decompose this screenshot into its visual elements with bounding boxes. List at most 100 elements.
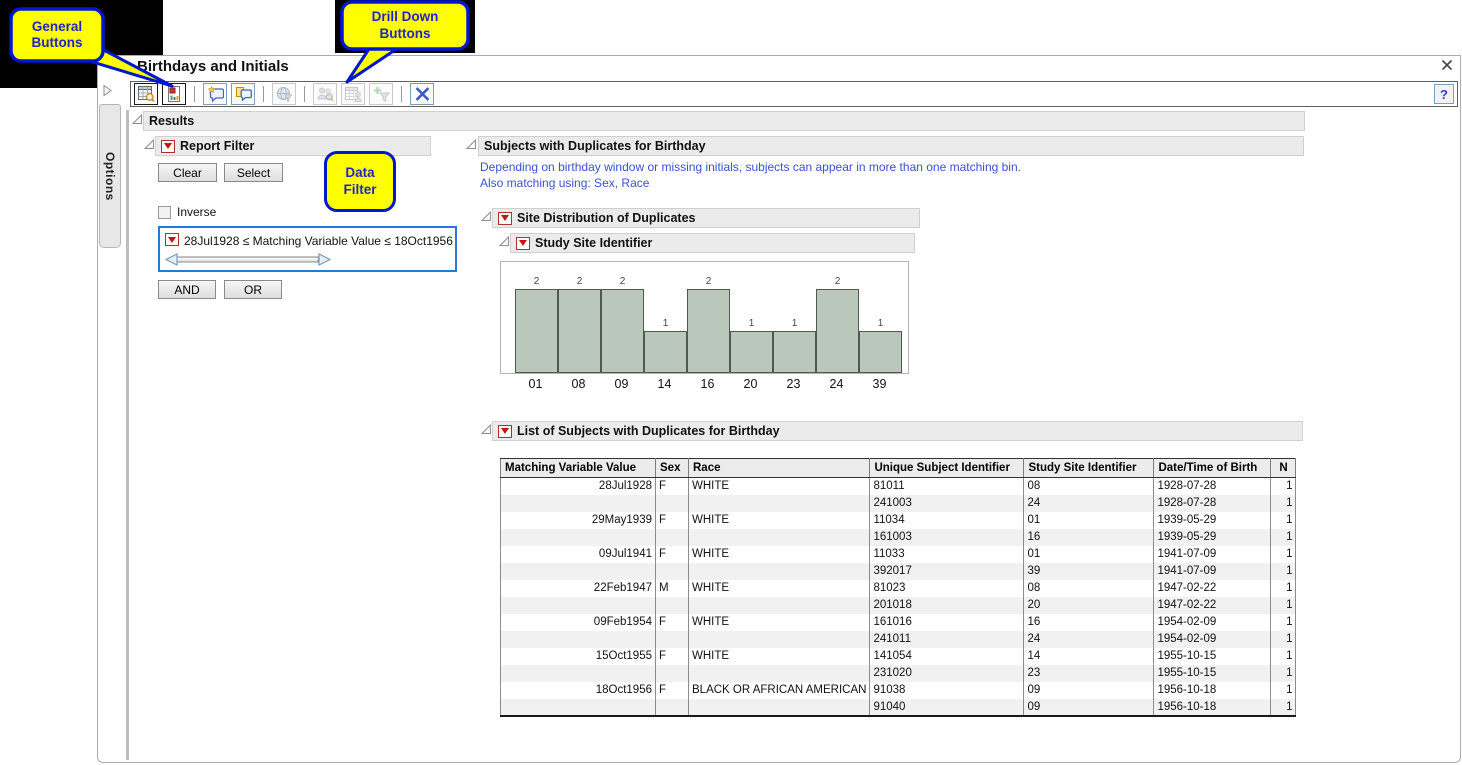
table-cell[interactable]	[501, 665, 656, 682]
histogram-bar[interactable]: 1	[644, 331, 687, 373]
column-header[interactable]: Date/Time of Birth	[1154, 459, 1271, 478]
site-distribution-disclosure-icon[interactable]	[481, 211, 492, 222]
table-row[interactable]: 231020231955-10-151	[501, 665, 1296, 682]
table-row[interactable]: 09Feb1954FWHITE161016161954-02-091	[501, 614, 1296, 631]
table-cell[interactable]: 1	[1271, 614, 1296, 631]
table-cell[interactable]: 09	[1024, 682, 1154, 699]
table-cell[interactable]	[656, 699, 689, 716]
table-cell[interactable]: 1928-07-28	[1154, 478, 1271, 495]
table-cell[interactable]: 1	[1271, 546, 1296, 563]
add-note-button[interactable]	[203, 83, 227, 105]
column-header[interactable]: Sex	[656, 459, 689, 478]
slider-left-arrow-icon[interactable]	[166, 254, 177, 265]
table-cell[interactable]: 14	[1024, 648, 1154, 665]
column-header[interactable]: Unique Subject Identifier	[870, 459, 1024, 478]
table-row[interactable]: 28Jul1928FWHITE81011081928-07-281	[501, 478, 1296, 495]
view-notes-button[interactable]	[231, 83, 255, 105]
inverse-checkbox[interactable]	[158, 206, 171, 219]
table-cell[interactable]: 08	[1024, 478, 1154, 495]
table-row[interactable]: 241011241954-02-091	[501, 631, 1296, 648]
or-button[interactable]: OR	[224, 280, 282, 299]
table-cell[interactable]: 91038	[870, 682, 1024, 699]
table-row[interactable]: 392017391941-07-091	[501, 563, 1296, 580]
table-cell[interactable]: F	[656, 546, 689, 563]
table-cell[interactable]	[656, 631, 689, 648]
table-cell[interactable]: 01	[1024, 546, 1154, 563]
table-cell[interactable]	[501, 631, 656, 648]
table-cell[interactable]: 11033	[870, 546, 1024, 563]
table-cell[interactable]: 22Feb1947	[501, 580, 656, 597]
globe-filter-button[interactable]	[272, 83, 296, 105]
table-cell[interactable]: 1	[1271, 699, 1296, 716]
table-cell[interactable]: 16	[1024, 529, 1154, 546]
table-cell[interactable]: 161003	[870, 529, 1024, 546]
table-cell[interactable]: 16	[1024, 614, 1154, 631]
table-row[interactable]: 15Oct1955FWHITE141054141955-10-151	[501, 648, 1296, 665]
table-cell[interactable]	[501, 699, 656, 716]
table-row[interactable]: 29May1939FWHITE11034011939-05-291	[501, 512, 1296, 529]
table-cell[interactable]: 1955-10-15	[1154, 648, 1271, 665]
histogram-bar[interactable]: 2	[687, 289, 730, 373]
filter-clause-menu-button[interactable]	[165, 233, 179, 246]
table-cell[interactable]: F	[656, 478, 689, 495]
table-cell[interactable]: WHITE	[689, 478, 870, 495]
table-cell[interactable]: 1	[1271, 529, 1296, 546]
subjects-header[interactable]: Subjects with Duplicates for Birthday	[478, 136, 1304, 156]
histogram-bar[interactable]: 1	[730, 331, 773, 373]
table-cell[interactable]: 1956-10-18	[1154, 682, 1271, 699]
list-menu-button[interactable]	[498, 425, 512, 438]
table-cell[interactable]	[689, 597, 870, 614]
results-header[interactable]: Results	[143, 111, 1305, 131]
table-cell[interactable]: 1954-02-09	[1154, 614, 1271, 631]
table-cell[interactable]: WHITE	[689, 512, 870, 529]
table-cell[interactable]: 1	[1271, 682, 1296, 699]
range-slider[interactable]	[164, 251, 332, 268]
list-header[interactable]: List of Subjects with Duplicates for Bir…	[492, 421, 1303, 441]
histogram-bar[interactable]: 2	[601, 289, 644, 373]
table-cell[interactable]: 1	[1271, 648, 1296, 665]
table-cell[interactable]: M	[656, 580, 689, 597]
window-close-button[interactable]	[1438, 56, 1456, 74]
table-cell[interactable]: 1955-10-15	[1154, 665, 1271, 682]
list-disclosure-icon[interactable]	[481, 424, 492, 435]
report-filter-menu-button[interactable]	[161, 140, 175, 153]
table-row[interactable]: 22Feb1947MWHITE81023081947-02-221	[501, 580, 1296, 597]
clear-button[interactable]: Clear	[158, 163, 217, 182]
table-cell[interactable]: WHITE	[689, 580, 870, 597]
table-cell[interactable]: 18Oct1956	[501, 682, 656, 699]
histogram-bar[interactable]: 2	[558, 289, 601, 373]
table-cell[interactable]: 1956-10-18	[1154, 699, 1271, 716]
table-cell[interactable]: 08	[1024, 580, 1154, 597]
study-site-header[interactable]: Study Site Identifier	[510, 233, 915, 253]
table-row[interactable]: 91040091956-10-181	[501, 699, 1296, 716]
table-cell[interactable]: 28Jul1928	[501, 478, 656, 495]
subjects-disclosure-icon[interactable]	[466, 139, 477, 150]
table-cell[interactable]	[689, 631, 870, 648]
table-cell[interactable]: 11034	[870, 512, 1024, 529]
table-cell[interactable]: 23	[1024, 665, 1154, 682]
table-cell[interactable]: F	[656, 512, 689, 529]
table-cell[interactable]: 01	[1024, 512, 1154, 529]
duplicates-table[interactable]: Matching Variable ValueSexRaceUnique Sub…	[500, 458, 1296, 717]
table-cell[interactable]: 241011	[870, 631, 1024, 648]
table-cell[interactable]: 81011	[870, 478, 1024, 495]
table-cell[interactable]: 1954-02-09	[1154, 631, 1271, 648]
histogram-bar[interactable]: 1	[859, 331, 902, 373]
table-cell[interactable]	[501, 529, 656, 546]
profile-subjects-button[interactable]	[313, 83, 337, 105]
panel-divider[interactable]	[126, 110, 129, 760]
table-cell[interactable]: 1947-02-22	[1154, 580, 1271, 597]
table-cell[interactable]	[656, 529, 689, 546]
table-cell[interactable]: 1947-02-22	[1154, 597, 1271, 614]
table-cell[interactable]: WHITE	[689, 546, 870, 563]
select-button[interactable]: Select	[224, 163, 283, 182]
table-cell[interactable]: 392017	[870, 563, 1024, 580]
table-cell[interactable]: 39	[1024, 563, 1154, 580]
table-cell[interactable]: F	[656, 614, 689, 631]
table-cell[interactable]	[656, 495, 689, 512]
table-cell[interactable]: 24	[1024, 631, 1154, 648]
site-distribution-menu-button[interactable]	[498, 212, 512, 225]
table-cell[interactable]: 141054	[870, 648, 1024, 665]
table-cell[interactable]: 201018	[870, 597, 1024, 614]
site-distribution-header[interactable]: Site Distribution of Duplicates	[492, 208, 920, 228]
